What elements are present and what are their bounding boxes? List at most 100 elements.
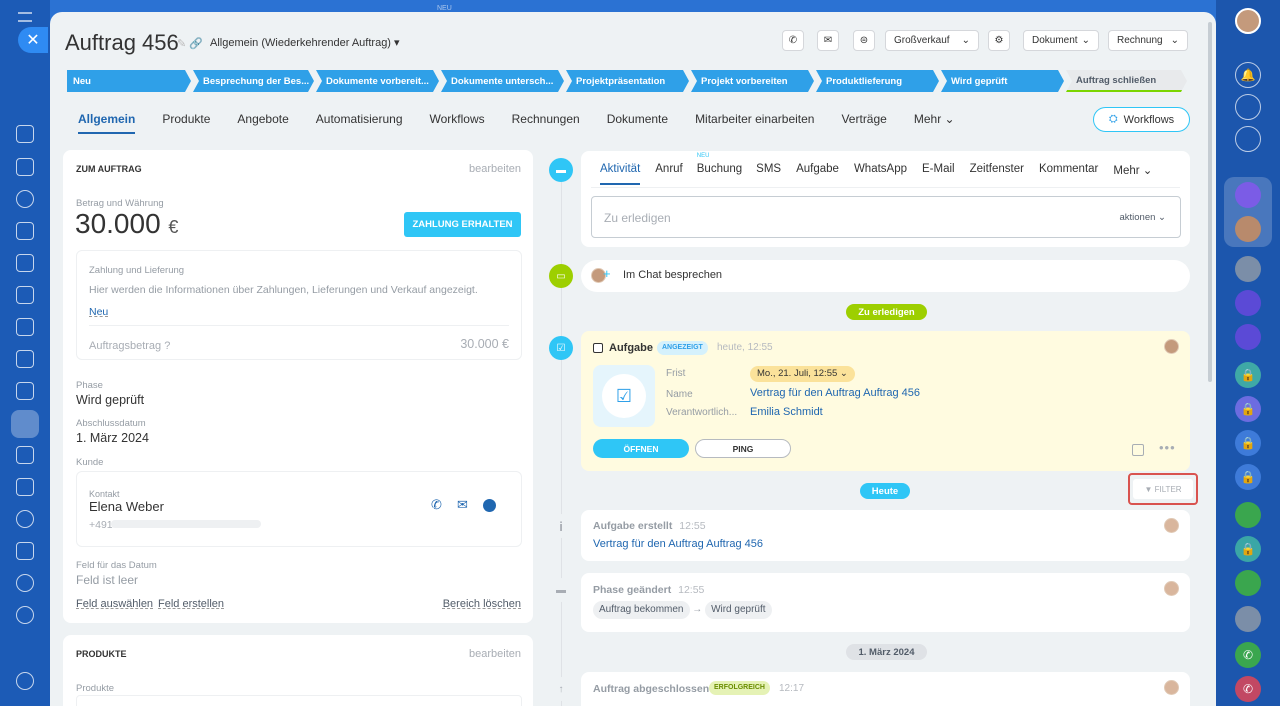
closed-avatar[interactable] [1164, 680, 1179, 695]
contact-phone[interactable]: +491 [89, 519, 113, 531]
task-icon-2[interactable] [1235, 570, 1261, 596]
delete-section-link[interactable]: Bereich löschen [443, 598, 521, 610]
phone-icon-red[interactable]: ✆ [1235, 676, 1261, 702]
task-avatar[interactable] [1164, 339, 1179, 354]
tab-zeitfenster[interactable]: Zeitfenster [970, 163, 1024, 185]
sidebar-icon-marketing[interactable] [16, 606, 34, 624]
help-icon[interactable]: ? [164, 340, 170, 352]
group-avatar[interactable] [1235, 256, 1261, 282]
openchannel-icon[interactable] [1235, 290, 1261, 316]
lock-icon-3[interactable]: 🔒 [1235, 430, 1261, 456]
tab-email[interactable]: E-Mail [922, 163, 955, 185]
sidebar-icon-calendar[interactable] [16, 542, 34, 560]
call-button[interactable]: ✆ [782, 30, 804, 51]
tab-buchung[interactable]: NEU Buchung [697, 153, 742, 185]
task-checkbox[interactable] [593, 343, 603, 353]
sidebar-icon-card[interactable] [16, 286, 34, 304]
chat-badge-icon-2[interactable] [1235, 324, 1261, 350]
chat-button[interactable]: ⊜ [853, 30, 875, 51]
payment-new-link[interactable]: Neu [89, 306, 108, 318]
tab-aufgabe[interactable]: Aufgabe [796, 163, 839, 185]
actions-dropdown[interactable]: aktionen ⌄ [1119, 212, 1166, 223]
edit-title-icon[interactable]: ✎ 🔗 [177, 37, 203, 50]
dokument-button[interactable]: Dokument ⌄ [1023, 30, 1099, 51]
stage-produktlieferung[interactable]: Produktlieferung [816, 70, 939, 92]
stage-besprechung[interactable]: Besprechung der Bes... [193, 70, 314, 92]
tab-automatisierung[interactable]: Automatisierung [316, 112, 403, 134]
sidebar-icon-crm-active[interactable] [11, 410, 39, 438]
grossverkauf-button[interactable]: Großverkauf ⌄ [885, 30, 979, 51]
tab-produkte[interactable]: Produkte [162, 112, 210, 134]
sidebar-icon-target[interactable] [16, 510, 34, 528]
settings-button[interactable]: ⚙ [988, 30, 1010, 51]
phase-changed-avatar[interactable] [1164, 581, 1179, 596]
task-deadline-value[interactable]: Mo., 21. Juli, 12:55 ⌄ [750, 366, 855, 382]
tab-whatsapp[interactable]: WhatsApp [854, 163, 907, 185]
created-avatar[interactable] [1164, 518, 1179, 533]
stage-wird-geprueft[interactable]: Wird geprüft [941, 70, 1064, 92]
contact-name[interactable]: Elena Weber [89, 499, 164, 514]
task-more-icon[interactable]: ••• [1159, 440, 1176, 455]
todo-input[interactable]: Zu erledigen aktionen ⌄ [591, 196, 1181, 238]
sidebar-icon-documents[interactable] [16, 222, 34, 240]
contact-chat-icon[interactable] [483, 499, 496, 512]
payment-received-button[interactable]: ZAHLUNG ERHALTEN [404, 212, 521, 237]
menu-icon[interactable] [18, 12, 32, 22]
chat-badge-icon[interactable] [1235, 182, 1261, 208]
copilot-icon[interactable] [1235, 94, 1261, 120]
contact-avatar[interactable] [1235, 216, 1261, 242]
edit-link[interactable]: bearbeiten [469, 163, 521, 175]
tab-mehr[interactable]: Mehr ⌄ [914, 112, 955, 134]
sidebar-icon-tasks[interactable] [16, 158, 34, 176]
pipeline-selector[interactable]: Allgemein (Wiederkehrender Auftrag) ▾ [210, 36, 400, 49]
tab-dokumente[interactable]: Dokumente [607, 112, 668, 134]
search-chat-icon[interactable] [1235, 126, 1261, 152]
sidebar-icon-robot[interactable] [16, 574, 34, 592]
lock-icon-5[interactable]: 🔒 [1235, 536, 1261, 562]
phone-icon-green[interactable]: ✆ [1235, 642, 1261, 668]
task-icon-1[interactable] [1235, 502, 1261, 528]
tab-sms[interactable]: SMS [756, 163, 781, 185]
stage-neu[interactable]: Neu [67, 70, 191, 92]
tab-workflows[interactable]: Workflows [430, 112, 485, 134]
sidebar-icon-screen[interactable] [16, 318, 34, 336]
stage-dokumente-unterschreiben[interactable]: Dokumente untersch... [441, 70, 564, 92]
sidebar-icon-chat[interactable] [16, 254, 34, 272]
sidebar-icon-id[interactable] [16, 478, 34, 496]
task-open-button[interactable]: ÖFFNEN [593, 439, 689, 458]
task-note-icon[interactable] [1132, 444, 1144, 456]
tab-activity-mehr[interactable]: Mehr ⌄ [1113, 163, 1152, 185]
tab-vertraege[interactable]: Verträge [841, 112, 886, 134]
task-name-value[interactable]: Vertrag für den Auftrag Auftrag 456 [750, 387, 920, 399]
stage-projektpraesentation[interactable]: Projektpräsentation [566, 70, 689, 92]
sidebar-icon-settings[interactable] [16, 672, 34, 690]
user-avatar[interactable] [1235, 8, 1261, 34]
contact-email-icon[interactable]: ✉ [457, 497, 468, 513]
created-link[interactable]: Vertrag für den Auftrag Auftrag 456 [593, 538, 763, 550]
products-edit-link[interactable]: bearbeiten [469, 648, 521, 660]
stage-projekt-vorbereiten[interactable]: Projekt vorbereiten [691, 70, 814, 92]
lock-icon-1[interactable]: 🔒 [1235, 362, 1261, 388]
lock-icon-2[interactable]: 🔒 [1235, 396, 1261, 422]
notifications-bell-icon[interactable]: 🔔 [1235, 62, 1261, 88]
sidebar-icon-sign[interactable] [16, 446, 34, 464]
task-responsible-value[interactable]: Emilia Schmidt [750, 406, 823, 418]
email-button[interactable]: ✉ [817, 30, 839, 51]
tab-angebote[interactable]: Angebote [237, 112, 288, 134]
scrollbar-thumb[interactable] [1208, 22, 1212, 382]
filter-button[interactable]: ▼ FILTER [1133, 479, 1193, 499]
tab-aktivitaet[interactable]: Aktivität [600, 163, 641, 185]
sidebar-icon-contacts[interactable] [16, 190, 34, 208]
lock-icon-4[interactable]: 🔒 [1235, 464, 1261, 490]
tab-kommentar[interactable]: Kommentar [1039, 163, 1098, 185]
stage-auftrag-schliessen[interactable]: Auftrag schließen [1066, 70, 1187, 92]
tab-anruf[interactable]: Anruf [655, 163, 683, 185]
workflows-button[interactable]: ⛭ Workflows [1093, 107, 1190, 132]
select-field-link[interactable]: Feld auswählen [76, 598, 153, 610]
group-icon-2[interactable] [1235, 606, 1261, 632]
rechnung-button[interactable]: Rechnung ⌄ [1108, 30, 1188, 51]
tab-allgemein[interactable]: Allgemein [78, 112, 136, 134]
sidebar-icon-analytics[interactable] [16, 350, 34, 368]
chat-discuss-row[interactable]: + Im Chat besprechen [581, 260, 1190, 292]
tab-rechnungen[interactable]: Rechnungen [512, 112, 580, 134]
